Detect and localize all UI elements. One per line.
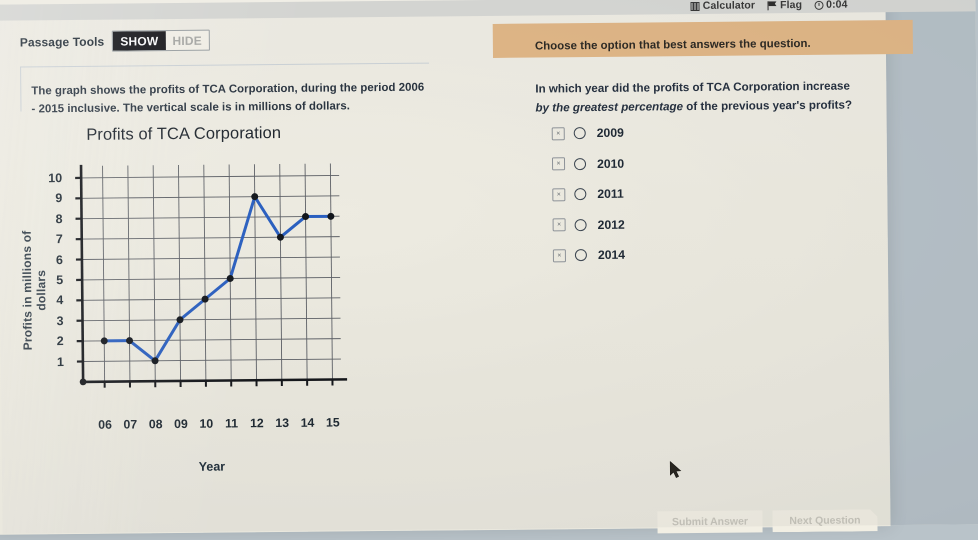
chart-svg <box>69 161 351 404</box>
mouse-cursor <box>670 461 683 479</box>
answer-option-2010[interactable]: × 2010 <box>552 148 624 179</box>
cross-out-icon[interactable]: × <box>552 127 565 140</box>
chart-plot-area: 1234567891006070809101112131415 <box>69 161 351 404</box>
cross-out-icon[interactable]: × <box>553 249 566 262</box>
question-text: In which year did the profits of TCA Cor… <box>535 76 865 117</box>
question-emphasis: by the greatest percentage <box>535 100 683 114</box>
chart-x-tick: 07 <box>123 417 137 431</box>
question-part-2: of the previous year's profits? <box>683 99 852 114</box>
chart-y-tick: 1 <box>57 355 64 369</box>
passage-text: The graph shows the profits of TCA Corpo… <box>31 79 426 119</box>
cross-out-icon[interactable]: × <box>552 158 565 171</box>
cross-out-icon[interactable]: × <box>553 219 566 232</box>
answer-option-label: 2010 <box>597 156 624 170</box>
radio-button-2009[interactable] <box>574 127 586 139</box>
chart-y-tick: 4 <box>56 293 63 307</box>
radio-button-2011[interactable] <box>574 188 586 200</box>
chart-x-tick: 09 <box>174 417 188 431</box>
chart-x-tick: 11 <box>225 416 238 430</box>
chart-y-tick: 3 <box>57 314 64 328</box>
question-part-1: In which year did the profits of TCA Cor… <box>535 80 850 96</box>
chart-x-tick: 15 <box>326 415 340 429</box>
show-button[interactable]: SHOW <box>113 31 165 50</box>
chart-y-tick: 2 <box>57 334 64 348</box>
chart-title: Profits of TCA Corporation <box>19 123 349 145</box>
chart-x-axis-label: Year <box>72 458 352 475</box>
chart-x-tick: 12 <box>250 416 264 430</box>
footer-buttons: Submit Answer Next Question <box>657 509 877 533</box>
chart-x-tick: 10 <box>199 417 213 431</box>
chart-y-tick: 8 <box>56 212 63 226</box>
answer-option-2009[interactable]: × 2009 <box>552 118 624 149</box>
answer-option-label: 2011 <box>597 187 624 201</box>
answer-option-label: 2014 <box>598 248 625 262</box>
radio-button-2010[interactable] <box>574 158 586 170</box>
radio-button-2014[interactable] <box>575 249 587 261</box>
chart-y-tick: 10 <box>48 171 62 185</box>
answer-option-2014[interactable]: × 2014 <box>553 240 625 271</box>
answer-option-2011[interactable]: × 2011 <box>552 179 624 210</box>
chart-y-tick: 5 <box>56 273 63 287</box>
chart-y-axis-label: Profits in millions of dollars <box>19 210 49 370</box>
chart-x-tick: 06 <box>98 418 112 432</box>
question-panel: Choose the option that best answers the … <box>446 0 978 529</box>
chart: Profits of TCA Corporation Profits in mi… <box>19 123 383 516</box>
passage-panel: The graph shows the profits of TCA Corpo… <box>0 46 452 533</box>
submit-answer-button[interactable]: Submit Answer <box>657 510 762 533</box>
chart-x-tick: 13 <box>275 416 289 430</box>
answer-option-label: 2009 <box>597 126 624 140</box>
passage-tools-label: Passage Tools <box>20 34 105 49</box>
chart-y-tick: 9 <box>55 191 62 205</box>
chart-x-tick: 08 <box>149 417 163 431</box>
answer-options: × 2009 × 2010 × 2011 × 2012 × 2014 <box>552 118 626 271</box>
hide-button[interactable]: HIDE <box>165 31 209 50</box>
chart-x-tick: 14 <box>301 416 315 430</box>
answer-option-2012[interactable]: × 2012 <box>552 209 624 240</box>
chart-y-tick: 6 <box>56 253 63 267</box>
chart-y-tick: 7 <box>56 232 63 246</box>
answer-option-label: 2012 <box>598 217 625 231</box>
cross-out-icon[interactable]: × <box>552 188 565 201</box>
radio-button-2012[interactable] <box>575 219 587 231</box>
screen-photo: Calculator Flag 0:04 Passage Tools SHOW … <box>0 0 978 534</box>
